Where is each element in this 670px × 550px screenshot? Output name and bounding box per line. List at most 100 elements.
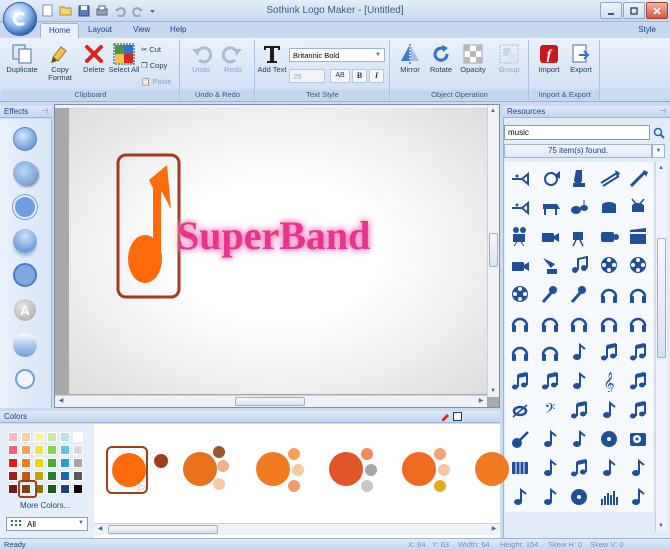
logo-canvas[interactable]: SuperBand: [69, 108, 487, 394]
beamed-notes-icon[interactable]: [596, 339, 622, 365]
letter-spacing-button[interactable]: AB: [330, 69, 350, 83]
headphones-icon[interactable]: [566, 310, 592, 336]
scroll-left-arrow-icon[interactable]: ◀: [95, 524, 105, 534]
music-note-icon[interactable]: [566, 426, 592, 452]
logo-text[interactable]: SuperBand: [177, 212, 370, 259]
close-button[interactable]: [646, 2, 668, 19]
palette-swatch[interactable]: [21, 458, 31, 468]
headphones-icon[interactable]: [507, 339, 533, 365]
equalizer-icon[interactable]: [596, 484, 622, 510]
video-camera-icon[interactable]: [537, 223, 563, 249]
beamed-notes-icon[interactable]: [625, 397, 651, 423]
palette-swatch[interactable]: [8, 484, 18, 494]
export-button[interactable]: Export: [565, 42, 597, 90]
opacity-button[interactable]: Opacity: [457, 42, 489, 90]
effect-ring[interactable]: [13, 263, 37, 287]
palette-swatch[interactable]: [73, 432, 83, 442]
canvas-vertical-scrollbar[interactable]: ▲ ▼: [487, 105, 499, 397]
tab-layout[interactable]: Layout: [80, 23, 120, 38]
undo-button[interactable]: Undo: [185, 42, 217, 90]
palette-swatch[interactable]: [47, 445, 57, 455]
palette-swatch[interactable]: [34, 458, 44, 468]
palette-swatch[interactable]: [60, 484, 70, 494]
color-scheme-option[interactable]: [325, 442, 395, 512]
bass-clef-icon[interactable]: 𝄢: [537, 397, 563, 423]
clarinet-icon[interactable]: [625, 165, 651, 191]
pin-icon[interactable]: ⊣: [660, 107, 666, 115]
film-reel-icon[interactable]: [625, 252, 651, 278]
music-note-icon[interactable]: [596, 455, 622, 481]
palette-swatch[interactable]: [8, 445, 18, 455]
color-scheme-option[interactable]: [398, 442, 468, 512]
duplicate-button[interactable]: Duplicate: [6, 42, 38, 90]
music-note-icon[interactable]: [625, 484, 651, 510]
beamed-notes-icon[interactable]: [566, 455, 592, 481]
resources-vertical-scrollbar[interactable]: ▲ ▼: [655, 162, 667, 532]
schemes-scroll-thumb[interactable]: [108, 525, 218, 534]
tab-home[interactable]: Home: [40, 23, 80, 38]
palette-swatch[interactable]: [47, 458, 57, 468]
bold-button[interactable]: B: [352, 69, 367, 83]
palette-swatch[interactable]: [8, 458, 18, 468]
film-reel-icon[interactable]: [507, 281, 533, 307]
import-button[interactable]: f Import: [533, 42, 565, 90]
music-note-icon[interactable]: [625, 455, 651, 481]
drums-icon[interactable]: [596, 194, 622, 220]
beamed-notes-icon[interactable]: [625, 339, 651, 365]
effect-drop[interactable]: [13, 229, 37, 253]
palette-swatch[interactable]: [60, 432, 70, 442]
effect-gloss[interactable]: [13, 333, 37, 357]
copy-button[interactable]: ❐ Copy: [141, 60, 167, 71]
scroll-right-arrow-icon[interactable]: ▶: [476, 396, 486, 406]
beamed-notes-icon[interactable]: [625, 368, 651, 394]
color-scheme-filter-select[interactable]: All ▼: [6, 517, 88, 531]
palette-swatch[interactable]: [34, 432, 44, 442]
mirror-button[interactable]: Mirror: [394, 42, 426, 90]
palette-swatch[interactable]: [73, 458, 83, 468]
resources-scroll-thumb[interactable]: [657, 238, 666, 358]
color-scheme-option[interactable]: [179, 442, 249, 512]
music-note-icon[interactable]: [566, 368, 592, 394]
music-note-icon[interactable]: [596, 397, 622, 423]
trumpet-icon[interactable]: [507, 165, 533, 191]
headphones-icon[interactable]: [537, 339, 563, 365]
italic-button[interactable]: I: [369, 69, 384, 83]
palette-swatch[interactable]: [47, 432, 57, 442]
palette-swatch[interactable]: [8, 471, 18, 481]
color-scheme-option[interactable]: ➤: [106, 446, 168, 494]
beamed-notes-icon[interactable]: [537, 368, 563, 394]
clapperboard-icon[interactable]: [625, 223, 651, 249]
palette-swatch[interactable]: [8, 432, 18, 442]
headphones-icon[interactable]: [537, 310, 563, 336]
palette-swatch[interactable]: [60, 471, 70, 481]
trombone-icon[interactable]: [596, 165, 622, 191]
headphones-icon[interactable]: [596, 281, 622, 307]
effect-shadow[interactable]: [13, 161, 37, 185]
cd-icon[interactable]: [596, 426, 622, 452]
grand-piano-icon[interactable]: [537, 194, 563, 220]
application-menu-button[interactable]: [3, 2, 37, 36]
scroll-down-arrow-icon[interactable]: ▼: [656, 521, 666, 531]
minimize-button[interactable]: [600, 2, 622, 19]
redo-button[interactable]: Redo: [217, 42, 249, 90]
microphone-icon[interactable]: [566, 281, 592, 307]
resource-search-input[interactable]: music: [504, 125, 650, 140]
palette-swatch[interactable]: [60, 445, 70, 455]
scroll-up-arrow-icon[interactable]: ▲: [488, 106, 498, 116]
palette-swatch[interactable]: [60, 458, 70, 468]
schemes-horizontal-scrollbar[interactable]: ◀ ▶: [94, 523, 500, 535]
delete-button[interactable]: Delete: [78, 42, 110, 90]
add-text-button[interactable]: Add Text: [256, 42, 288, 90]
video-camera-icon[interactable]: [507, 252, 533, 278]
microphone-icon[interactable]: [537, 281, 563, 307]
headphones-icon[interactable]: [507, 310, 533, 336]
music-notes-icon[interactable]: [566, 252, 592, 278]
font-family-select[interactable]: Britannic Bold: [289, 48, 385, 62]
color-scheme-option[interactable]: [471, 442, 541, 512]
music-note-icon[interactable]: [566, 339, 592, 365]
drum-kit-icon[interactable]: [566, 194, 592, 220]
style-menu[interactable]: Style: [638, 25, 656, 34]
scroll-left-arrow-icon[interactable]: ◀: [56, 396, 66, 406]
headphones-icon[interactable]: [625, 310, 651, 336]
film-reel-icon[interactable]: [596, 252, 622, 278]
